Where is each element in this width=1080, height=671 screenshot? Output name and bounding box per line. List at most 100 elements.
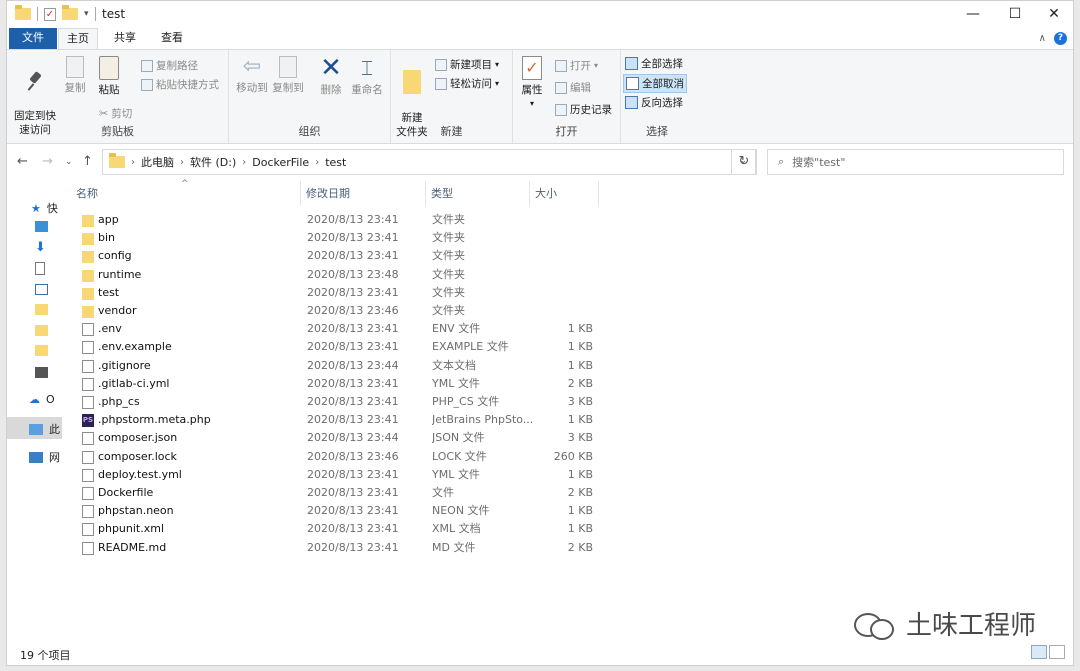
history-button[interactable]: 历史记录: [555, 102, 612, 117]
breadcrumb-this-pc[interactable]: 此电脑: [141, 154, 174, 170]
file-type: YML 文件: [432, 376, 480, 390]
chevron-right-icon[interactable]: ›: [315, 157, 319, 168]
select-none-button[interactable]: 全部取消: [623, 74, 687, 93]
large-icons-view-icon[interactable]: [1049, 645, 1065, 659]
nav-item-documents[interactable]: [35, 262, 45, 275]
file-row[interactable]: composer.lock 2020/8/13 23:46 LOCK 文件 260 K…: [70, 448, 630, 466]
customize-toolbar-icon[interactable]: ▾: [84, 9, 89, 19]
select-all-button[interactable]: 全部选择: [625, 56, 683, 71]
forward-icon[interactable]: →: [42, 154, 53, 169]
column-header-type[interactable]: 类型: [431, 181, 531, 206]
new-folder-icon[interactable]: [62, 5, 78, 20]
nav-item-videos[interactable]: [35, 367, 48, 378]
search-placeholder: 搜索"test": [792, 156, 846, 169]
file-row[interactable]: runtime 2020/8/13 23:48 文件夹: [70, 266, 630, 284]
easy-access-button[interactable]: 轻松访问 ▾: [435, 76, 499, 91]
file-row[interactable]: .env.example 2020/8/13 23:41 EXAMPLE 文件 1 K…: [70, 338, 630, 356]
file-row[interactable]: bin 2020/8/13 23:41 文件夹: [70, 229, 630, 247]
collapse-ribbon-icon[interactable]: ∧: [1039, 33, 1046, 44]
minimize-button[interactable]: —: [950, 1, 996, 28]
file-row[interactable]: README.md 2020/8/13 23:41 MD 文件 2 KB: [70, 539, 630, 557]
copy-path-button[interactable]: 复制路径: [141, 58, 198, 73]
nav-item-onedrive[interactable]: ☁ O: [29, 393, 55, 406]
invert-selection-button[interactable]: 反向选择: [625, 95, 683, 110]
file-row[interactable]: phpunit.xml 2020/8/13 23:41 XML 文档 1 KB: [70, 520, 630, 538]
column-header-size[interactable]: 大小: [535, 181, 595, 206]
cut-button[interactable]: ✂ 剪切: [99, 106, 132, 121]
rename-button[interactable]: ⌶ 重命名: [349, 56, 385, 97]
column-divider[interactable]: [300, 181, 301, 206]
file-row[interactable]: Dockerfile 2020/8/13 23:41 文件 2 KB: [70, 484, 630, 502]
file-name: runtime: [98, 267, 142, 281]
chevron-right-icon[interactable]: ›: [242, 157, 246, 168]
delete-icon: ✕: [320, 53, 342, 83]
desktop-icon: [35, 221, 48, 232]
close-button[interactable]: ✕: [1031, 1, 1077, 28]
column-divider[interactable]: [598, 181, 599, 206]
move-to-button[interactable]: ⇦ 移动到: [235, 56, 269, 95]
file-row[interactable]: composer.json 2020/8/13 23:44 JSON 文件 3 KB: [70, 429, 630, 447]
breadcrumb-test[interactable]: test: [325, 156, 346, 169]
column-divider[interactable]: [425, 181, 426, 206]
file-icon: [82, 450, 94, 464]
recent-locations-icon[interactable]: ⌄: [65, 157, 73, 167]
nav-item-pictures[interactable]: [35, 284, 48, 295]
nav-item-desktop[interactable]: [35, 221, 48, 232]
back-icon[interactable]: ←: [17, 154, 28, 169]
column-header-date[interactable]: 修改日期: [306, 181, 426, 206]
file-date: 2020/8/13 23:46: [307, 304, 399, 317]
breadcrumb-dockerfile[interactable]: DockerFile: [252, 156, 309, 169]
nav-item-this-pc[interactable]: 此: [29, 421, 60, 437]
file-row[interactable]: vendor 2020/8/13 23:46 文件夹: [70, 302, 630, 320]
nav-item-folder-1[interactable]: [35, 304, 48, 315]
file-row[interactable]: phpstan.neon 2020/8/13 23:41 NEON 文件 1 KB: [70, 502, 630, 520]
file-size: 1 KB: [567, 413, 593, 427]
refresh-button[interactable]: ↻: [731, 149, 757, 175]
file-row[interactable]: PS .phpstorm.meta.php 2020/8/13 23:41 JetBr…: [70, 411, 630, 429]
nav-item-folder-2[interactable]: [35, 325, 48, 336]
select-group: 全部选择 全部取消 反向选择 选择: [621, 50, 693, 143]
details-view-icon[interactable]: [1031, 645, 1047, 659]
tab-file[interactable]: 文件: [9, 28, 57, 49]
file-date: 2020/8/13 23:46: [307, 449, 399, 463]
open-button[interactable]: 打开 ▾: [555, 58, 598, 73]
nav-item-folder-3[interactable]: [35, 345, 48, 356]
properties-label: 属性: [521, 84, 543, 96]
video-icon: [35, 367, 48, 378]
up-icon[interactable]: ↑: [82, 154, 93, 169]
file-row[interactable]: .env 2020/8/13 23:41 ENV 文件 1 KB: [70, 320, 630, 338]
new-item-button[interactable]: 新建项目 ▾: [435, 57, 499, 72]
address-box[interactable]: › 此电脑 › 软件 (D:) › DockerFile › test ⌄: [102, 149, 756, 175]
paste-button[interactable]: 粘贴: [95, 56, 123, 97]
nav-item-downloads[interactable]: ⬇: [35, 240, 46, 255]
properties-icon[interactable]: ✓: [44, 7, 56, 21]
copy-button[interactable]: 复制: [62, 56, 88, 95]
file-row[interactable]: .gitlab-ci.yml 2020/8/13 23:41 YML 文件 2 KB: [70, 375, 630, 393]
nav-item-network[interactable]: 网: [29, 449, 60, 465]
tab-view[interactable]: 查看: [152, 28, 192, 49]
folder-icon: [35, 345, 48, 356]
edit-button[interactable]: 编辑: [555, 80, 591, 95]
file-date: 2020/8/13 23:48: [307, 267, 399, 281]
search-input[interactable]: ⌕ 搜索"test": [767, 149, 1064, 175]
file-row[interactable]: deploy.test.yml 2020/8/13 23:41 YML 文件 1 KB: [70, 466, 630, 484]
properties-button[interactable]: ✓ 属性 ▾: [517, 56, 547, 111]
tab-home[interactable]: 主页: [58, 28, 98, 50]
file-row[interactable]: test 2020/8/13 23:41 文件夹: [70, 284, 630, 302]
file-row[interactable]: config 2020/8/13 23:41 文件夹: [70, 247, 630, 265]
nav-item-quick-access[interactable]: ★ 快: [31, 200, 58, 216]
breadcrumb-drive[interactable]: 软件 (D:): [190, 154, 236, 170]
file-row[interactable]: app 2020/8/13 23:41 文件夹: [70, 211, 630, 229]
chevron-right-icon[interactable]: ›: [180, 157, 184, 168]
column-header-name[interactable]: 名称: [76, 181, 296, 206]
chevron-right-icon[interactable]: ›: [131, 157, 135, 168]
file-row[interactable]: .gitignore 2020/8/13 23:44 文本文档 1 KB: [70, 357, 630, 375]
delete-button[interactable]: ✕ 删除: [318, 53, 344, 97]
help-icon[interactable]: ?: [1054, 32, 1067, 45]
column-divider[interactable]: [529, 181, 530, 206]
paste-shortcut-button[interactable]: 粘贴快捷方式: [141, 77, 219, 92]
copy-to-button[interactable]: 复制到: [271, 56, 305, 95]
file-row[interactable]: .php_cs 2020/8/13 23:41 PHP_CS 文件 3 KB: [70, 393, 630, 411]
tab-share[interactable]: 共享: [105, 28, 145, 49]
copy-to-label: 复制到: [272, 82, 304, 94]
